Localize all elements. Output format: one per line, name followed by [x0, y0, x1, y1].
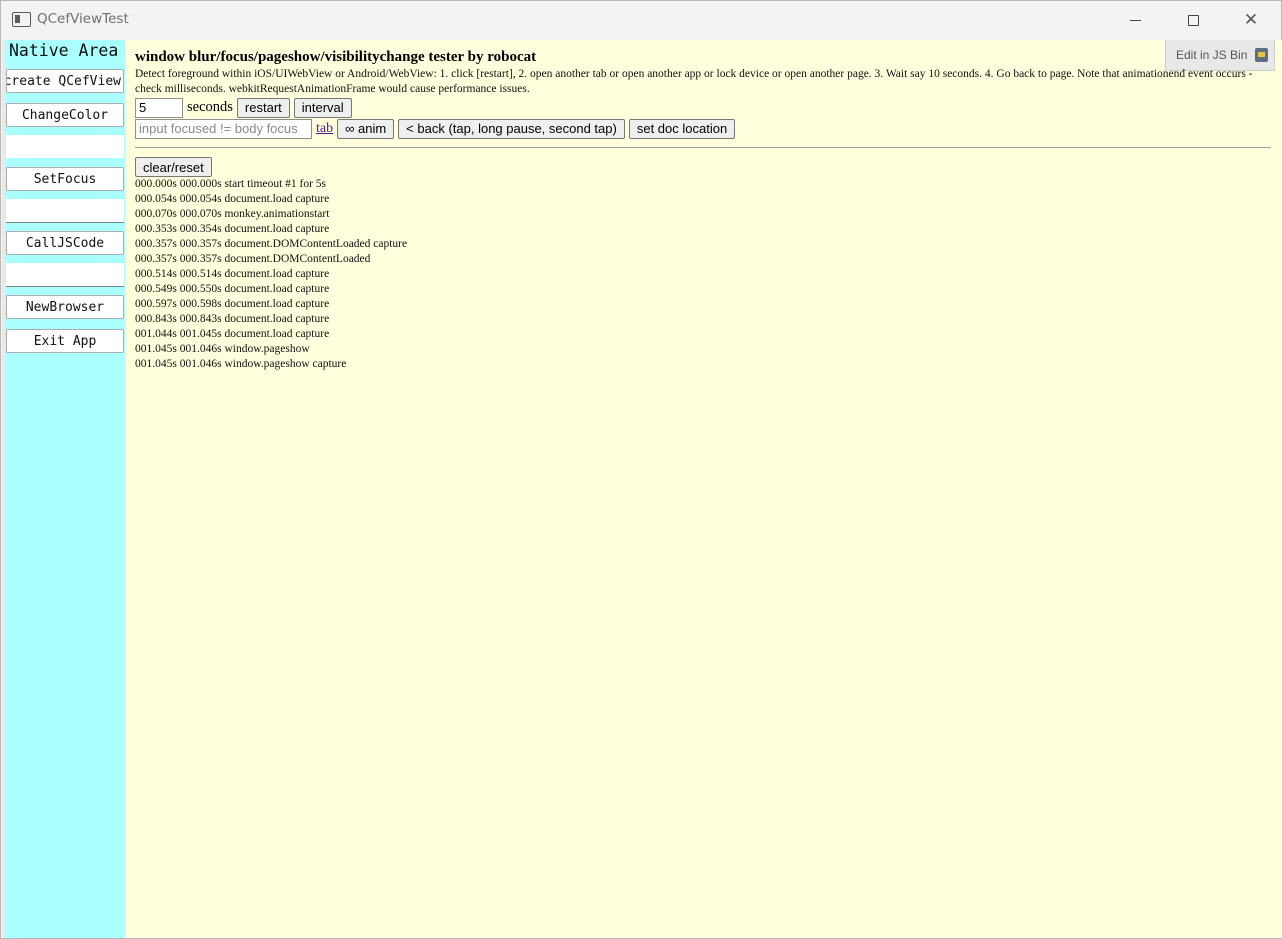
focus-input[interactable]: [135, 118, 312, 139]
clear-reset-button[interactable]: clear/reset: [135, 157, 212, 177]
log-line: 000.597s 000.598s document.load capture: [135, 298, 330, 310]
log-line: 000.353s 000.354s document.load capture: [135, 223, 330, 235]
title-bar[interactable]: QCefViewTest ✕: [1, 1, 1281, 39]
new-browser-button[interactable]: NewBrowser: [6, 295, 124, 319]
window-title: QCefViewTest: [37, 11, 129, 27]
log-line: 000.357s 000.357s document.DOMContentLoa…: [135, 253, 371, 265]
maximize-icon: [1187, 14, 1199, 26]
seconds-label: seconds: [187, 99, 233, 115]
event-log: 000.000s 000.000s start timeout #1 for 5…: [135, 177, 407, 372]
native-divider: [6, 286, 124, 287]
interval-button[interactable]: interval: [293, 97, 352, 118]
log-line: 001.045s 001.046s window.pageshow: [135, 343, 310, 355]
app-window: QCefViewTest ✕ Native Area Recreate QCef…: [0, 0, 1282, 939]
log-line: 001.045s 001.046s window.pageshow captur…: [135, 358, 347, 370]
native-panel: Native Area Recreate QCefView ChangeColo…: [2, 40, 125, 938]
native-input-3[interactable]: [6, 263, 124, 286]
app-icon: [12, 12, 31, 27]
focus-controls: tab ∞ anim < back (tap, long pause, seco…: [135, 118, 736, 139]
divider: [135, 147, 1271, 148]
exit-app-button[interactable]: Exit App: [6, 329, 124, 353]
native-area-title: Native Area: [9, 41, 119, 60]
log-line: 000.549s 000.550s document.load capture: [135, 283, 330, 295]
close-button[interactable]: ✕: [1222, 1, 1280, 39]
native-input-1[interactable]: [6, 135, 124, 158]
page-description: Detect foreground within iOS/UIWebView o…: [135, 68, 1253, 95]
timer-controls: seconds restart interval: [135, 97, 352, 118]
seconds-input[interactable]: [135, 97, 183, 118]
native-divider: [6, 222, 124, 223]
page-title: window blur/focus/pageshow/visibilitycha…: [135, 49, 537, 65]
maximize-button[interactable]: [1164, 1, 1222, 39]
minimize-icon: [1129, 19, 1141, 21]
log-line: 000.054s 000.054s document.load capture: [135, 193, 330, 205]
set-doc-location-button[interactable]: set doc location: [628, 118, 736, 139]
native-input-2[interactable]: [6, 199, 124, 222]
jsbin-label: Edit in JS Bin: [1176, 48, 1248, 62]
web-view: Edit in JS Bin window blur/focus/pagesho…: [125, 40, 1282, 938]
recreate-qcefview-button[interactable]: Recreate QCefView: [6, 69, 124, 93]
log-line: 000.843s 000.843s document.load capture: [135, 313, 330, 325]
log-line: 000.514s 000.514s document.load capture: [135, 268, 330, 280]
log-line: 000.000s 000.000s start timeout #1 for 5…: [135, 178, 327, 190]
back-button[interactable]: < back (tap, long pause, second tap): [398, 118, 625, 139]
restart-button[interactable]: restart: [236, 97, 290, 118]
jsbin-icon: [1255, 48, 1268, 62]
call-js-code-button[interactable]: CallJSCode: [6, 231, 124, 255]
tab-link[interactable]: tab: [316, 121, 333, 137]
minimize-button[interactable]: [1106, 1, 1164, 39]
anim-button[interactable]: ∞ anim: [337, 118, 395, 139]
log-line: 000.357s 000.357s document.DOMContentLoa…: [135, 238, 408, 250]
log-line: 001.044s 001.045s document.load capture: [135, 328, 330, 340]
log-line: 000.070s 000.070s monkey.animationstart: [135, 208, 330, 220]
close-icon: ✕: [1243, 10, 1259, 30]
set-focus-button[interactable]: SetFocus: [6, 167, 124, 191]
change-color-button[interactable]: ChangeColor: [6, 103, 124, 127]
